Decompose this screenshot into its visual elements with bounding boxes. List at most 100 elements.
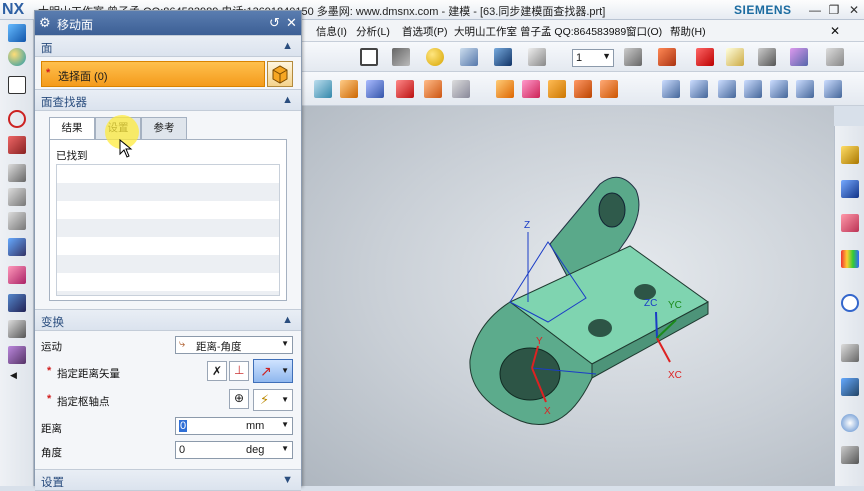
make-perpendicular-icon[interactable] <box>824 80 842 98</box>
point-icon[interactable] <box>696 48 714 66</box>
pattern-feature-icon[interactable] <box>600 80 618 98</box>
view-cube-icon[interactable] <box>460 48 478 66</box>
replace-face-icon[interactable] <box>366 80 384 98</box>
select-face-button[interactable] <box>267 61 293 87</box>
menu-info[interactable]: 信息(I) <box>316 24 347 39</box>
curve-icon[interactable] <box>8 136 26 154</box>
constraint-nav-icon[interactable] <box>841 180 859 198</box>
assembly-icon[interactable] <box>8 320 26 338</box>
sphere-render-icon[interactable] <box>426 48 444 66</box>
zc-axis-line <box>655 311 658 339</box>
minimize-icon[interactable]: — <box>806 2 824 18</box>
make-coplanar-icon[interactable] <box>690 80 708 98</box>
select-box-icon[interactable] <box>360 48 378 66</box>
menu-preferences[interactable]: 首选项(P) <box>402 24 448 39</box>
big-hole <box>499 347 561 401</box>
settings-section-header[interactable]: 设置 ▼ <box>35 469 301 491</box>
menu-close-icon[interactable]: ✕ <box>830 24 840 38</box>
part-nav-icon[interactable] <box>841 214 859 232</box>
transform-section-header[interactable]: 变换 ▲ <box>35 309 301 331</box>
finder-section-header[interactable]: 面查找器 ▲ <box>35 89 301 111</box>
shade-icon[interactable] <box>392 48 410 66</box>
select-face-row[interactable]: * 选择面 (0) <box>41 61 265 87</box>
info-icon[interactable] <box>841 294 859 312</box>
shell-icon[interactable] <box>662 80 680 98</box>
mirror-face-icon[interactable] <box>574 80 592 98</box>
reverse-direction-button[interactable]: ✗ <box>207 361 227 381</box>
cylinder-icon[interactable] <box>8 238 26 256</box>
tool-icon[interactable] <box>758 48 776 66</box>
menu-analysis[interactable]: 分析(L) <box>356 24 390 39</box>
paste-face-icon[interactable] <box>548 80 566 98</box>
offset-region-icon[interactable] <box>340 80 358 98</box>
face-section-header[interactable]: 面 ▲ <box>35 35 301 57</box>
menu-help[interactable]: 帮助(H) <box>670 24 706 39</box>
cut-face-icon[interactable] <box>522 80 540 98</box>
palette-icon[interactable] <box>841 250 859 268</box>
surface-icon[interactable] <box>8 266 26 284</box>
tab-reference[interactable]: 参考 <box>141 117 187 139</box>
globe-icon[interactable] <box>8 48 26 66</box>
snap-icon[interactable] <box>658 48 676 66</box>
delete-face-icon[interactable] <box>396 80 414 98</box>
measure-icon[interactable] <box>726 48 744 66</box>
history-icon[interactable] <box>841 378 859 396</box>
analysis-icon[interactable] <box>790 48 808 66</box>
expand-arrow-icon[interactable]: ◀ <box>10 370 17 381</box>
shape-icon[interactable] <box>8 346 26 364</box>
reset-icon[interactable]: ↺ <box>269 15 280 31</box>
extrude-face-icon[interactable] <box>314 80 332 98</box>
layer-visibility-icon[interactable] <box>528 48 546 66</box>
motion-select[interactable]: ⤷ 距离-角度 ▼ <box>175 336 293 354</box>
settings-gear-icon[interactable] <box>841 344 859 362</box>
make-symmetric-icon[interactable] <box>770 80 788 98</box>
x-label: X <box>544 406 551 417</box>
inferred-vector-button[interactable]: ⊥ <box>229 361 249 381</box>
spline-icon[interactable] <box>8 164 26 182</box>
part-navigator-icon[interactable] <box>8 76 26 94</box>
shield-icon[interactable] <box>8 24 26 42</box>
helix-icon[interactable] <box>8 188 26 206</box>
view-orient-icon[interactable] <box>494 48 512 66</box>
close-window-icon[interactable]: ✕ <box>845 2 863 18</box>
angle-input[interactable]: 0 deg ▼ <box>175 441 293 459</box>
clock-icon[interactable] <box>841 414 859 432</box>
close-dialog-icon[interactable]: ✕ <box>286 15 297 31</box>
offset-curve-icon[interactable] <box>8 212 26 230</box>
point-dialog-button[interactable]: ⊕ <box>229 389 249 409</box>
make-parallel-icon[interactable] <box>796 80 814 98</box>
menu-studio[interactable]: 大明山工作室 <box>454 24 517 39</box>
options-icon[interactable] <box>826 48 844 66</box>
tab-results[interactable]: 结果 <box>49 117 95 139</box>
model-canvas[interactable]: Z Y X ZC YC XC <box>300 106 834 486</box>
layer-select[interactable]: 1 ▼ <box>572 49 614 67</box>
roles-icon[interactable] <box>841 446 859 464</box>
found-list[interactable] <box>56 164 280 296</box>
layer-value: 1 <box>576 52 583 64</box>
expand-icon: ▼ <box>282 474 293 486</box>
chevron-down-icon: ▼ <box>281 339 289 348</box>
restore-icon[interactable]: ❐ <box>825 2 843 18</box>
chevron-down-icon: ▼ <box>281 366 289 375</box>
assembly-nav-icon[interactable] <box>841 146 859 164</box>
pattern-face-icon[interactable] <box>452 80 470 98</box>
chevron-down-icon: ▼ <box>281 444 289 453</box>
copy-face-icon[interactable] <box>496 80 514 98</box>
face-section-title: 面 <box>41 43 53 55</box>
point-dropdown[interactable]: ⚡ ▼ <box>253 389 293 411</box>
motion-label: 运动 <box>41 341 62 353</box>
graphics-viewport[interactable]: Z Y X ZC YC XC <box>300 106 834 486</box>
book-icon[interactable] <box>8 294 26 312</box>
menu-author[interactable]: 曾子孟 QQ:864583989 <box>520 24 626 39</box>
crosshair-icon: ⊕ <box>234 391 245 405</box>
vector-dropdown[interactable]: ↗ ▼ <box>253 359 293 383</box>
make-coaxial-icon[interactable] <box>718 80 736 98</box>
gear-icon[interactable]: ⚙ <box>39 15 51 31</box>
collapse-icon: ▲ <box>282 94 293 106</box>
menu-window[interactable]: 窗口(O) <box>626 24 662 39</box>
layer-manager-icon[interactable] <box>624 48 642 66</box>
point-tool-icon[interactable] <box>8 110 26 128</box>
make-tangent-icon[interactable] <box>744 80 762 98</box>
resize-face-icon[interactable] <box>424 80 442 98</box>
distance-input[interactable]: 0 mm ▼ <box>175 417 293 435</box>
